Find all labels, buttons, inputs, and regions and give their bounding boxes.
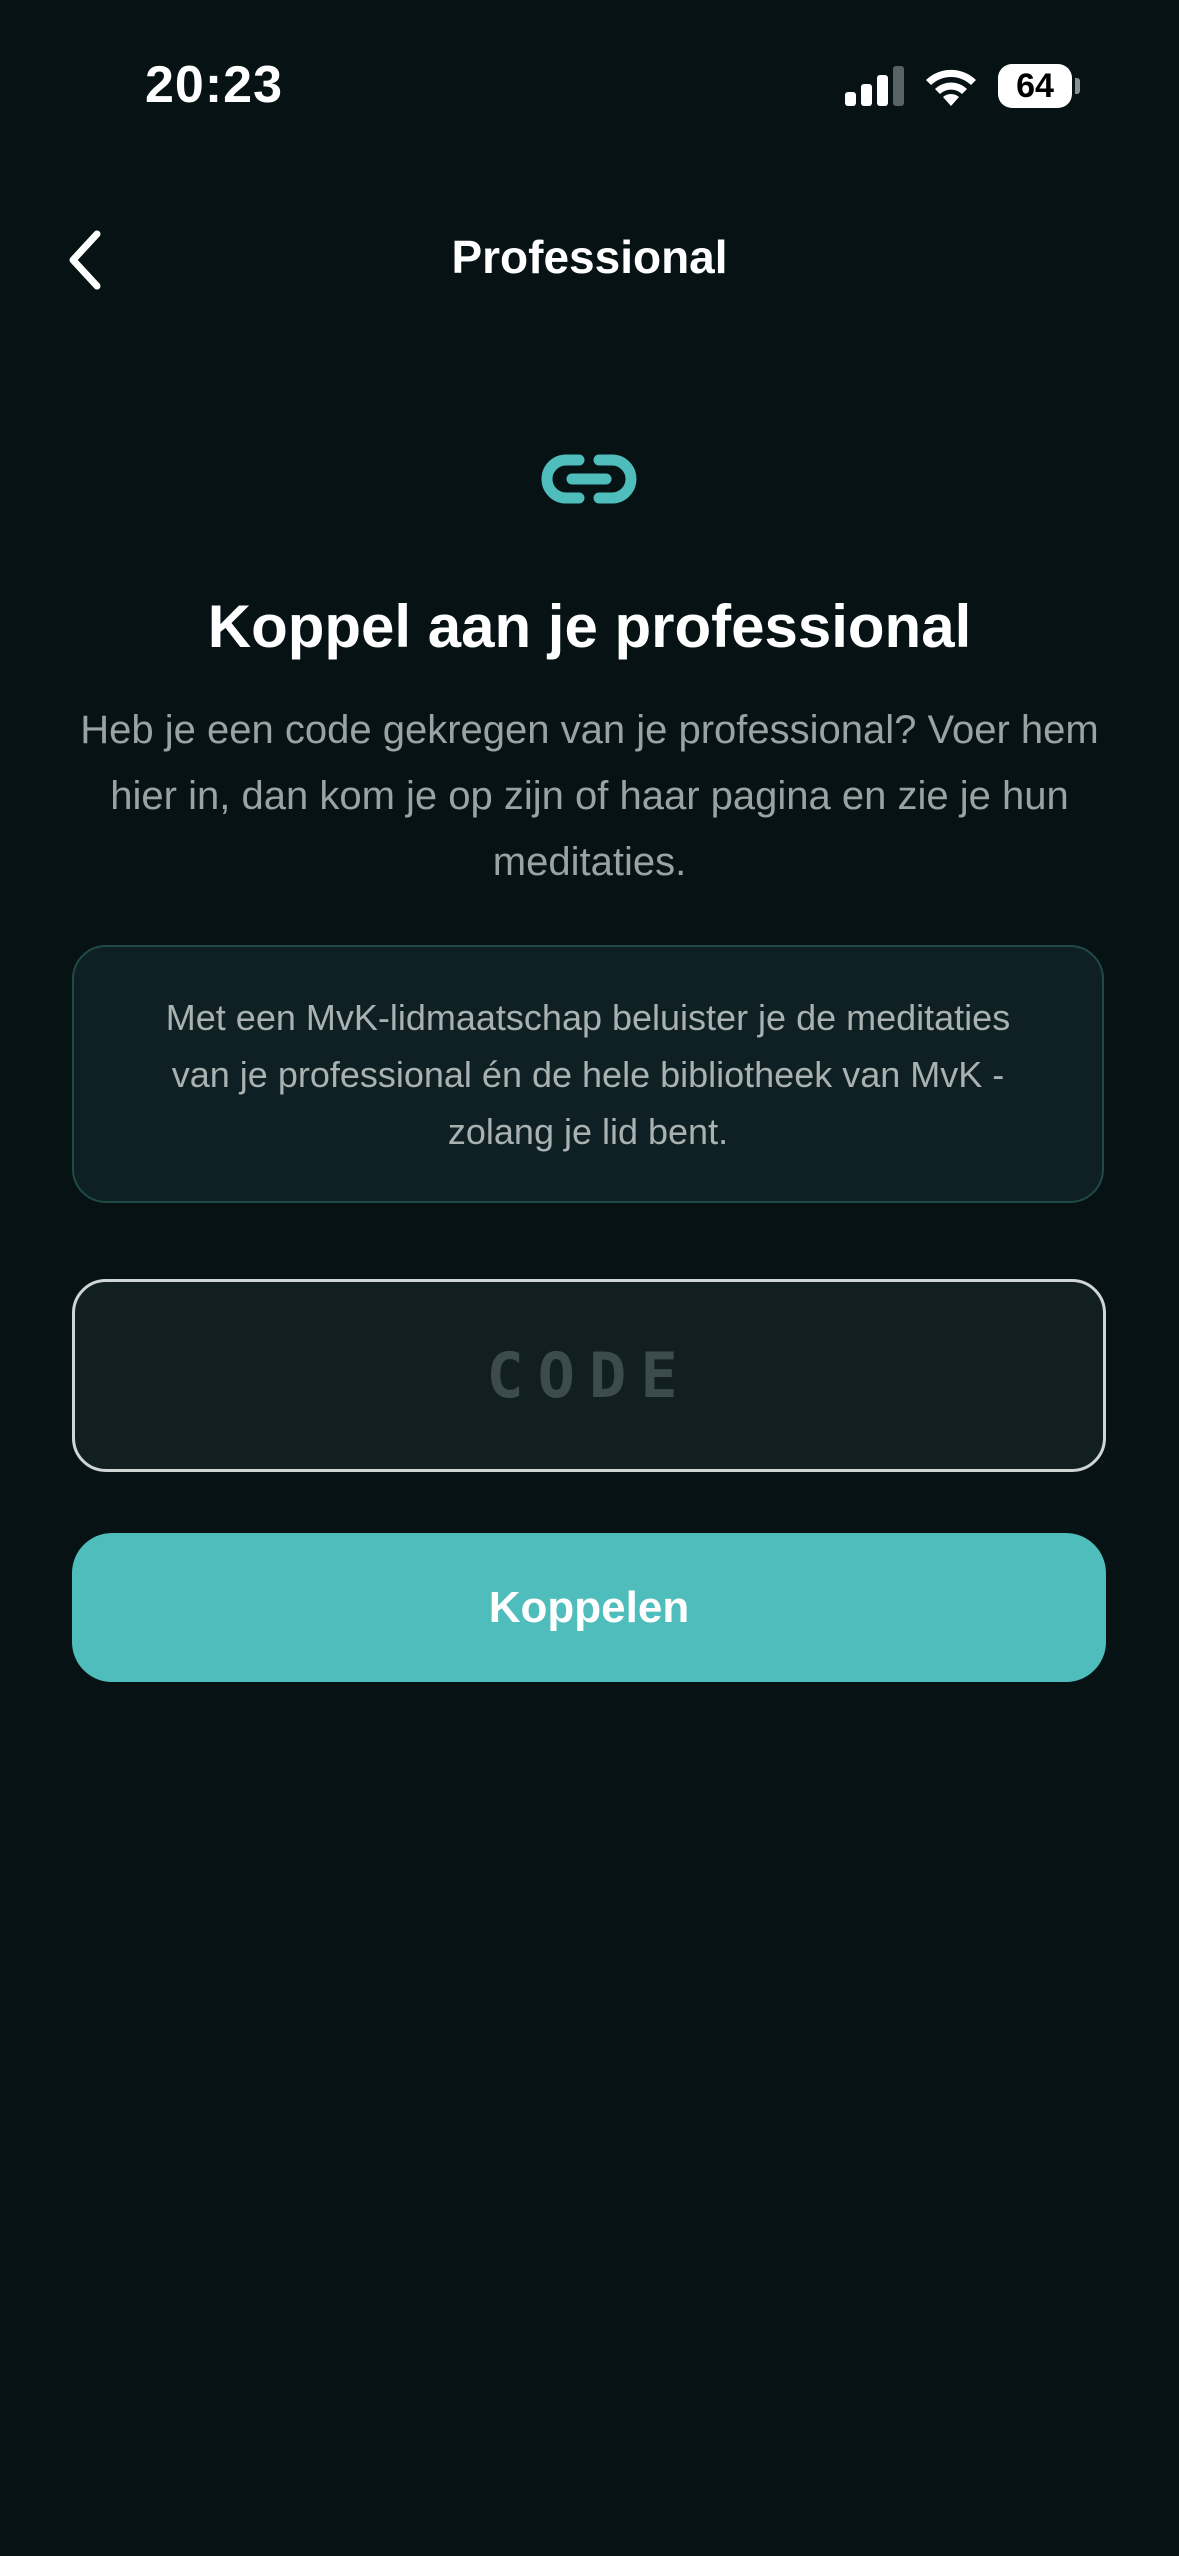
battery-icon: 64 [998, 64, 1080, 108]
intro-text: Heb je een code gekregen van je professi… [80, 708, 1099, 884]
battery-level: 64 [1016, 67, 1054, 105]
wifi-icon [926, 69, 976, 106]
info-card: Met een MvK-lidmaatschap beluister je de… [72, 945, 1104, 1203]
main-heading: Koppel aan je professional [207, 593, 972, 660]
battery-cap [1075, 78, 1080, 94]
status-time: 20:23 [145, 56, 283, 114]
code-input[interactable] [72, 1279, 1106, 1472]
link-icon [541, 454, 637, 504]
cellular-signal-icon [845, 66, 904, 106]
koppelen-button[interactable]: Koppelen [72, 1533, 1106, 1682]
page-title: Professional [451, 231, 728, 283]
info-card-text: Met een MvK-lidmaatschap beluister je de… [165, 996, 1011, 1152]
